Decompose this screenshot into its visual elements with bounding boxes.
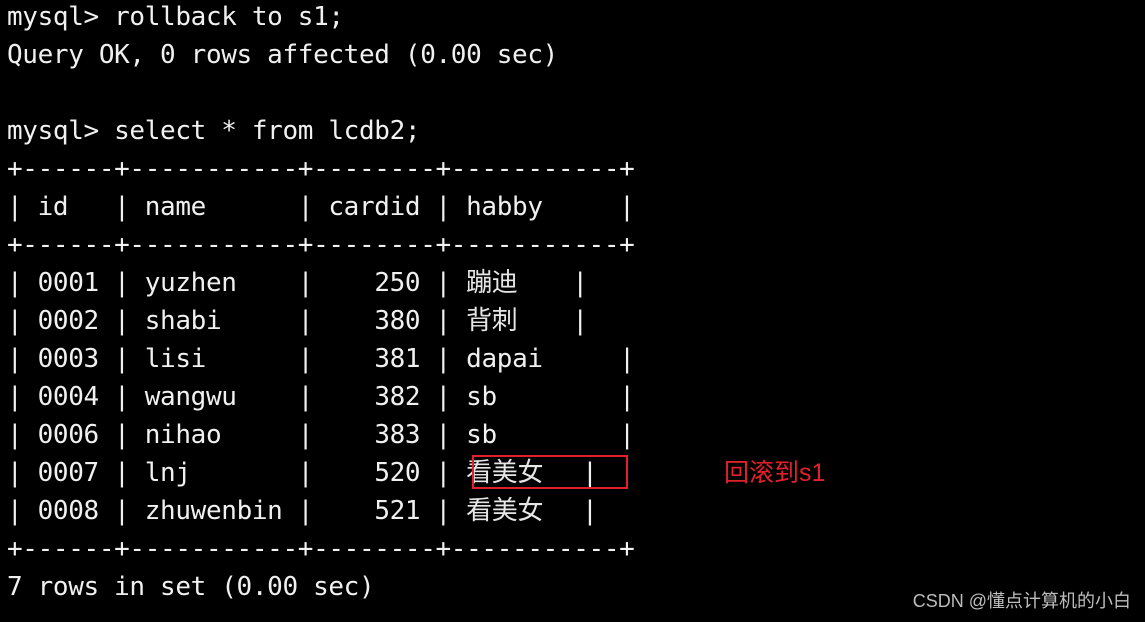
column-separator: | (98, 268, 145, 298)
cell-id: 0006 (37, 420, 100, 450)
column-separator: | (7, 496, 38, 526)
command-line-select: mysql> select * from lcdb2; (7, 114, 421, 152)
table-border-header: +------+-----------+--------+-----------… (7, 230, 635, 260)
column-separator: | (7, 458, 38, 488)
cell-cardid: 521 (328, 496, 421, 526)
column-separator: | (603, 382, 635, 412)
cell-name: lnj (144, 458, 283, 488)
table-row: | 0004 | wangwu | 382 | sb | (7, 380, 635, 418)
column-separator: | (7, 420, 38, 450)
column-separator: | (7, 268, 38, 298)
column-separator: | (603, 420, 635, 450)
command-text: rollback to s1; (114, 2, 344, 32)
column-separator: | (420, 268, 467, 298)
column-separator: | (98, 344, 145, 374)
cell-habby: dapai (466, 344, 604, 374)
cell-name: lisi (144, 344, 283, 374)
column-separator: | (282, 382, 329, 412)
column-separator: | (557, 306, 588, 336)
column-separator: | (282, 268, 329, 298)
cell-name: zhuwenbin (144, 496, 283, 526)
cell-name: wangwu (144, 382, 283, 412)
table-row: | 0008 | zhuwenbin | 521 | 看美女 | (7, 494, 598, 532)
cell-cardid: 380 (328, 306, 421, 336)
mysql-prompt: mysql> (7, 2, 115, 32)
column-separator: | (282, 344, 329, 374)
command-text: select * from lcdb2; (114, 116, 421, 146)
cell-cardid: 382 (328, 382, 421, 412)
annotation-label: 回滚到s1 (724, 459, 826, 487)
column-separator: | (420, 382, 467, 412)
table-border-top: +------+-----------+--------+-----------… (7, 154, 635, 184)
table-row: | 0001 | yuzhen | 250 | 蹦迪 | (7, 266, 588, 304)
column-separator: | (98, 420, 145, 450)
cell-name: yuzhen (144, 268, 283, 298)
table-row: | 0003 | lisi | 381 | dapai | (7, 342, 635, 380)
column-separator: | (282, 420, 329, 450)
cell-cardid: 520 (328, 458, 421, 488)
column-separator: | (98, 496, 145, 526)
column-separator: | (98, 306, 145, 336)
column-separator: | (98, 382, 145, 412)
cell-habby: 蹦迪 (466, 268, 558, 298)
result-summary: 7 rows in set (0.00 sec) (7, 572, 375, 602)
column-separator: | (7, 382, 38, 412)
cell-id: 0002 (37, 306, 100, 336)
column-separator: | (420, 420, 467, 450)
column-separator: | (282, 458, 329, 488)
mysql-prompt: mysql> (7, 116, 115, 146)
query-response: Query OK, 0 rows affected (0.00 sec) (7, 40, 558, 70)
column-separator: | (98, 458, 145, 488)
column-separator: | (7, 306, 38, 336)
column-separator: | (7, 344, 38, 374)
column-separator: | (603, 344, 635, 374)
column-separator: | (282, 496, 329, 526)
table-row: | 0006 | nihao | 383 | sb | (7, 418, 635, 456)
cell-habby: 背刺 (466, 306, 558, 336)
cell-id: 0004 (37, 382, 100, 412)
column-separator: | (282, 306, 329, 336)
table-border-bottom: +------+-----------+--------+-----------… (7, 534, 635, 564)
cell-id: 0007 (37, 458, 100, 488)
cell-id: 0001 (37, 268, 100, 298)
cell-cardid: 381 (328, 344, 421, 374)
cell-name: nihao (144, 420, 283, 450)
table-row: | 0002 | shabi | 380 | 背刺 | (7, 304, 588, 342)
cell-habby: sb (466, 420, 604, 450)
command-line-rollback: mysql> rollback to s1; (7, 0, 344, 38)
table-header-row: | id | name | cardid | habby | (7, 192, 635, 222)
column-separator: | (420, 344, 467, 374)
terminal-output: mysql> rollback to s1; Query OK, 0 rows … (7, 0, 1145, 622)
cell-id: 0003 (37, 344, 100, 374)
cell-cardid: 250 (328, 268, 421, 298)
column-separator: | (420, 306, 467, 336)
cell-habby: 看美女 (466, 496, 567, 526)
watermark: CSDN @懂点计算机的小白 (912, 591, 1131, 611)
cell-cardid: 383 (328, 420, 421, 450)
cell-id: 0008 (37, 496, 100, 526)
column-separator: | (420, 458, 467, 488)
column-separator: | (420, 496, 467, 526)
cell-habby: sb (466, 382, 604, 412)
highlight-box (472, 455, 628, 489)
column-separator: | (557, 268, 588, 298)
column-separator: | (566, 496, 598, 526)
cell-name: shabi (144, 306, 283, 336)
